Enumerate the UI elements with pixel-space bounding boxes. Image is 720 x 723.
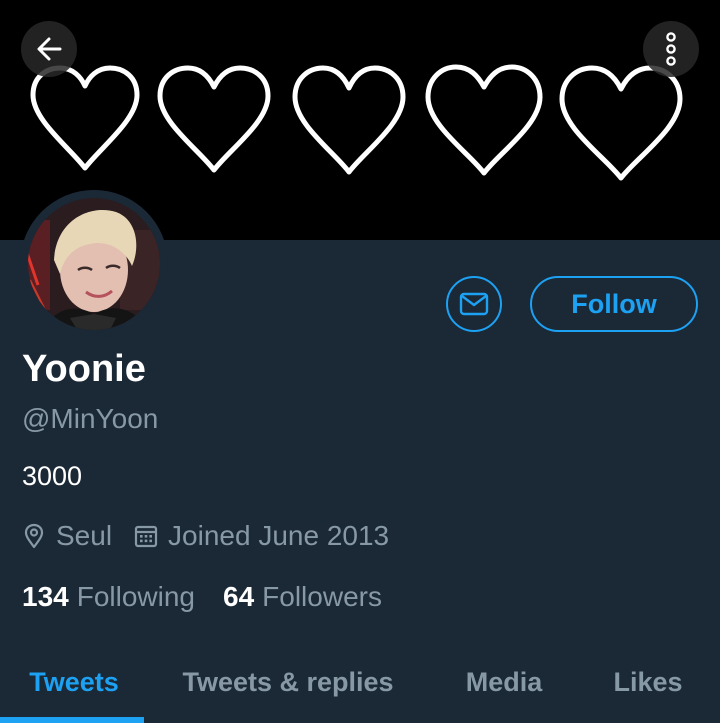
followers-count: 64 [223,581,255,612]
joined-text: Joined June 2013 [168,520,390,551]
heart-shape [157,65,271,173]
active-tab-indicator [0,717,144,723]
back-button[interactable] [21,21,77,77]
profile-tabs: Tweets Tweets & replies Media Likes [0,650,720,723]
avatar-photo [20,190,168,338]
profile-bio: 3000 [22,461,83,491]
tab-media[interactable]: Media [440,650,568,714]
location-text: Seul [56,520,113,551]
profile-meta: Seul Joined June 2013 [22,519,389,553]
profile-name: Yoonie [22,348,146,390]
heart-shape [425,64,543,176]
more-options-button[interactable] [643,21,699,77]
tab-tweets-replies[interactable]: Tweets & replies [160,650,416,714]
tab-likes[interactable]: Likes [590,650,706,714]
following-stat[interactable]: 134 Following [22,581,195,613]
heart-shape [559,65,683,181]
location-info: Seul [22,520,112,552]
profile-handle: @MinYoon [22,403,159,434]
joined-info: Joined June 2013 [134,520,389,552]
following-count: 134 [22,581,69,612]
arrow-left-icon [37,37,62,61]
more-vertical-icon [666,32,676,66]
avatar[interactable] [20,190,168,338]
calendar-icon [134,525,158,548]
envelope-icon [459,292,489,316]
profile-stats: 134 Following 64 Followers [22,579,382,615]
tab-tweets[interactable]: Tweets [0,650,148,714]
follow-button[interactable]: Follow [530,276,698,332]
profile-page: Follow Yoonie @MinYoon 3000 Seul Joined … [0,0,720,723]
followers-stat[interactable]: 64 Followers [223,581,382,613]
heart-shape [292,65,406,175]
followers-label: Followers [262,581,382,612]
heart-shape [30,65,140,171]
message-button[interactable] [446,276,502,332]
following-label: Following [76,581,195,612]
location-pin-icon [24,523,44,549]
